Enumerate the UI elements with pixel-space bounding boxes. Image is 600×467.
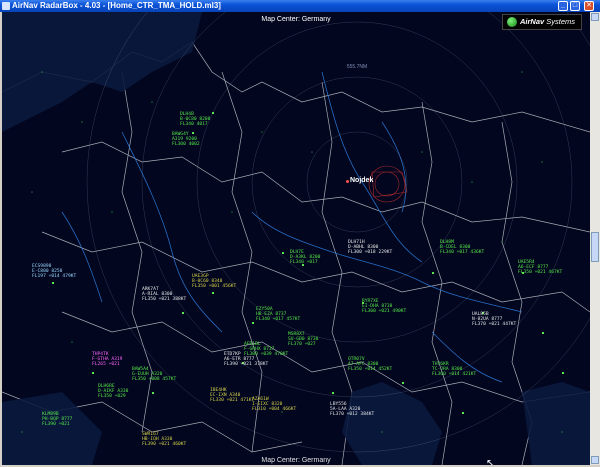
flight-tag[interactable]: AZA61W I-EIXC 8320 FL310 +004 466KT (252, 397, 296, 413)
flight-tag[interactable]: DLH7E D-A3KL 8200 FL340 +017 (290, 250, 320, 266)
radarbox-window: AirNav RadarBox - 4.03 - [Home_CTR_TMA_H… (0, 0, 600, 467)
flight-tag[interactable]: UAE3GP B-0C60 8340 FL350 +001 456KT (192, 274, 236, 290)
flight-tag[interactable]: THP4TK F-GTHA A319 FL265 +021 (92, 352, 122, 368)
flight-tag[interactable]: SWR167 HB-IQH A330 FL390 +021 460KT (142, 432, 186, 448)
flight-tag[interactable]: RYR7XE EI-DHA 8738 FL300 +021 490KT (362, 299, 406, 315)
flight-tag[interactable]: ECS9898 E-C800 8250 FL197 +014 479KT (32, 264, 76, 280)
brand-name-rest: Systems (544, 17, 576, 26)
city-marker-icon (346, 180, 349, 183)
flight-tag[interactable]: BAWG4Y A319 9200 FL300 4002 (172, 132, 200, 148)
airspace-hold-area (368, 165, 408, 203)
scroll-thumb[interactable] (591, 232, 599, 262)
scroll-down-arrow-icon[interactable] (591, 456, 599, 464)
flight-tag[interactable]: BAW5A4 G-EUUH A320 FL350 +008 457KT (132, 367, 176, 383)
flight-tag[interactable]: MSR8X7 SU-GB0 8738 FL370 +027 (288, 332, 318, 348)
map-center-bottom-label: Map Center: Germany (261, 457, 331, 464)
flight-tag[interactable]: EZY50A HB-EZA 8737 FL340 +017 457KT (256, 307, 300, 323)
flight-tag[interactable]: DLH4B B-0C80 8200 FL340 4017 (180, 112, 210, 128)
title-bar[interactable]: AirNav RadarBox - 4.03 - [Home_CTR_TMA_H… (0, 0, 600, 12)
flight-tag[interactable]: THY6KR TC-JRA 8300 FL360 +014 421KT (432, 362, 476, 378)
flight-tag[interactable]: QTR07V A7-AFC 8300 FL350 +014 452KT (348, 357, 392, 373)
flight-tag[interactable]: KLM89B PH-BQP 8777 FL390 +021 (42, 412, 72, 428)
radar-map[interactable]: 555.7NM Map Center: Germany AirNav Syste… (2, 12, 590, 465)
range-rings (86, 12, 590, 453)
flight-tag[interactable]: DLH71H D-ABHL 8300 FL300 +018 229KT (348, 240, 392, 256)
flight-tag[interactable]: DLH8M B-CDEL 8300 FL340 +017 436KT (440, 240, 484, 256)
flight-tag[interactable]: ETD7KP A6-ETR 8777 FL390 +021 378KT (224, 352, 268, 368)
flight-tag[interactable]: DLH6RE D-AIKF A330 FL350 +029 (98, 384, 128, 400)
airnav-brand: AirNav Systems (502, 14, 582, 30)
brand-name-bold: AirNav (520, 17, 545, 26)
flight-tag[interactable]: LBY556 5A-LAA A320 FL370 +012 384KT (330, 402, 374, 418)
flight-tag[interactable]: ARK7AT A-RIAL 8300 FL350 +021 388KT (142, 287, 186, 303)
flight-tag[interactable]: UAE5R4 A6-ECF 8777 FL350 +021 467KT (518, 260, 562, 276)
maximize-button[interactable]: □ (570, 1, 580, 11)
app-icon (2, 2, 10, 10)
vertical-scrollbar[interactable] (590, 12, 600, 465)
mouse-cursor-icon: ↖ (486, 458, 495, 465)
close-button[interactable]: ✕ (584, 1, 594, 11)
scroll-up-arrow-icon[interactable] (591, 13, 599, 21)
range-ring-label: 555.7NM (347, 64, 367, 70)
minimize-button[interactable]: _ (558, 1, 568, 11)
city-label: Nojdek (350, 177, 374, 184)
window-title: AirNav RadarBox - 4.03 - [Home_CTR_TMA_H… (12, 1, 221, 10)
flight-tag[interactable]: IBE4HK EC-IXN A340 FL330 +021 471KT (210, 388, 254, 404)
flight-tag[interactable]: UAL85B N-82UA 8777 FL370 +021 447KT (472, 312, 516, 328)
airnav-logo-icon (507, 17, 517, 27)
